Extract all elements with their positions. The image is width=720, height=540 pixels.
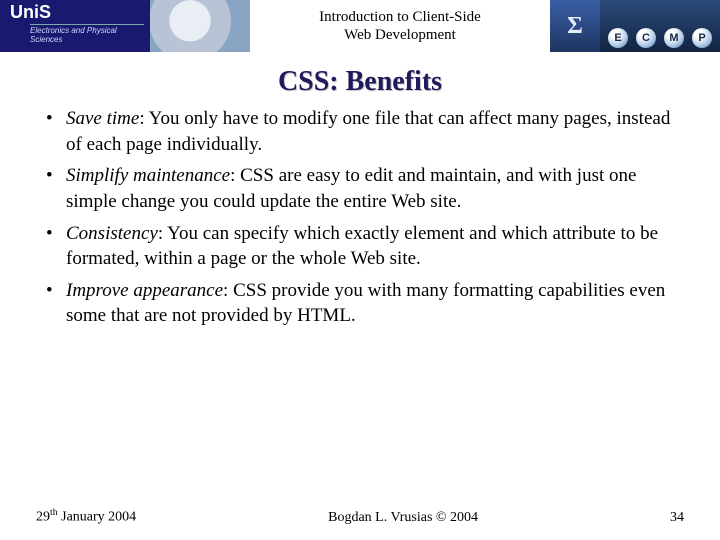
letter-balls: E C M P xyxy=(600,0,720,52)
footer-date: 29th January 2004 xyxy=(36,507,136,526)
university-logo-text: UniS xyxy=(10,2,51,23)
slide-body: Save time: You only have to modify one f… xyxy=(0,106,720,329)
banner: UniS Electronics and Physical Sciences I… xyxy=(0,0,720,52)
footer-page-number: 34 xyxy=(670,510,684,526)
list-item: Simplify maintenance: CSS are easy to ed… xyxy=(42,163,678,214)
ball-c: C xyxy=(636,28,656,48)
bullet-term: Consistency xyxy=(66,223,158,244)
footer-author: Bogdan L. Vrusias © 2004 xyxy=(328,510,478,526)
bullet-term: Simplify maintenance xyxy=(66,165,230,186)
slide: UniS Electronics and Physical Sciences I… xyxy=(0,0,720,540)
footer-date-rest: January 2004 xyxy=(58,510,137,525)
bullet-text: : You only have to modify one file that … xyxy=(66,108,670,155)
course-title-wrap: Introduction to Client-Side Web Developm… xyxy=(250,0,550,52)
list-item: Consistency: You can specify which exact… xyxy=(42,221,678,272)
bullet-term: Save time xyxy=(66,108,139,129)
footer-date-day: 29 xyxy=(36,510,50,525)
bullet-term: Improve appearance xyxy=(66,280,223,301)
bullet-list: Save time: You only have to modify one f… xyxy=(42,106,678,329)
ball-m: M xyxy=(664,28,684,48)
university-logo-block: UniS Electronics and Physical Sciences xyxy=(0,0,150,52)
sigma-icon: Σ xyxy=(550,0,600,52)
banner-right-strip: Σ E C M P xyxy=(550,0,720,52)
list-item: Save time: You only have to modify one f… xyxy=(42,106,678,157)
department-text: Electronics and Physical Sciences xyxy=(30,24,144,45)
ball-e: E xyxy=(608,28,628,48)
course-title: Introduction to Client-Side Web Developm… xyxy=(319,8,481,44)
slide-heading: CSS: Benefits xyxy=(0,66,720,98)
course-title-line2: Web Development xyxy=(344,27,456,43)
banner-photo xyxy=(150,0,250,52)
ball-p: P xyxy=(692,28,712,48)
course-title-line1: Introduction to Client-Side xyxy=(319,9,481,25)
footer-date-suffix: th xyxy=(50,507,58,518)
footer: 29th January 2004 Bogdan L. Vrusias © 20… xyxy=(0,507,720,526)
list-item: Improve appearance: CSS provide you with… xyxy=(42,278,678,329)
